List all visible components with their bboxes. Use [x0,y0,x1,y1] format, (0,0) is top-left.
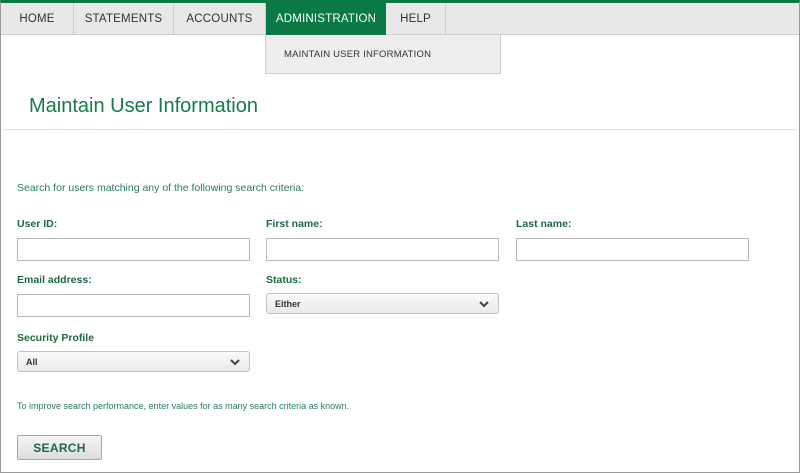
nav-home[interactable]: HOME [1,3,74,35]
app-frame: HOME STATEMENTS ACCOUNTS ADMINISTRATION … [0,0,800,473]
security-profile-select-value: All [26,356,38,367]
search-button[interactable]: SEARCH [17,435,102,460]
status-select-value: Either [275,298,301,309]
administration-dropdown-menu: MAINTAIN USER INFORMATION [265,35,501,74]
chevron-down-icon [230,359,240,366]
nav-administration[interactable]: ADMINISTRATION [266,3,386,35]
nav-accounts[interactable]: ACCOUNTS [174,3,266,35]
user-id-label: User ID: [17,218,58,230]
chevron-down-icon [479,301,489,308]
search-performance-hint: To improve search performance, enter val… [17,401,350,411]
security-profile-label: Security Profile [17,332,95,344]
search-intro-text: Search for users matching any of the fol… [17,182,305,194]
security-profile-select[interactable]: All [17,351,250,372]
email-input[interactable] [17,294,250,317]
nav-statements[interactable]: STATEMENTS [74,3,174,35]
top-nav: HOME STATEMENTS ACCOUNTS ADMINISTRATION … [1,3,799,35]
user-id-input[interactable] [17,238,250,261]
email-label: Email address: [17,274,92,286]
nav-help[interactable]: HELP [386,3,446,35]
page-title: Maintain User Information [29,95,258,117]
menu-item-maintain-user-information[interactable]: MAINTAIN USER INFORMATION [284,49,431,60]
status-select[interactable]: Either [266,293,499,314]
last-name-label: Last name: [516,218,572,230]
first-name-label: First name: [266,218,323,230]
title-divider [3,129,797,130]
first-name-input[interactable] [266,238,499,261]
last-name-input[interactable] [516,238,749,261]
status-label: Status: [266,274,302,286]
